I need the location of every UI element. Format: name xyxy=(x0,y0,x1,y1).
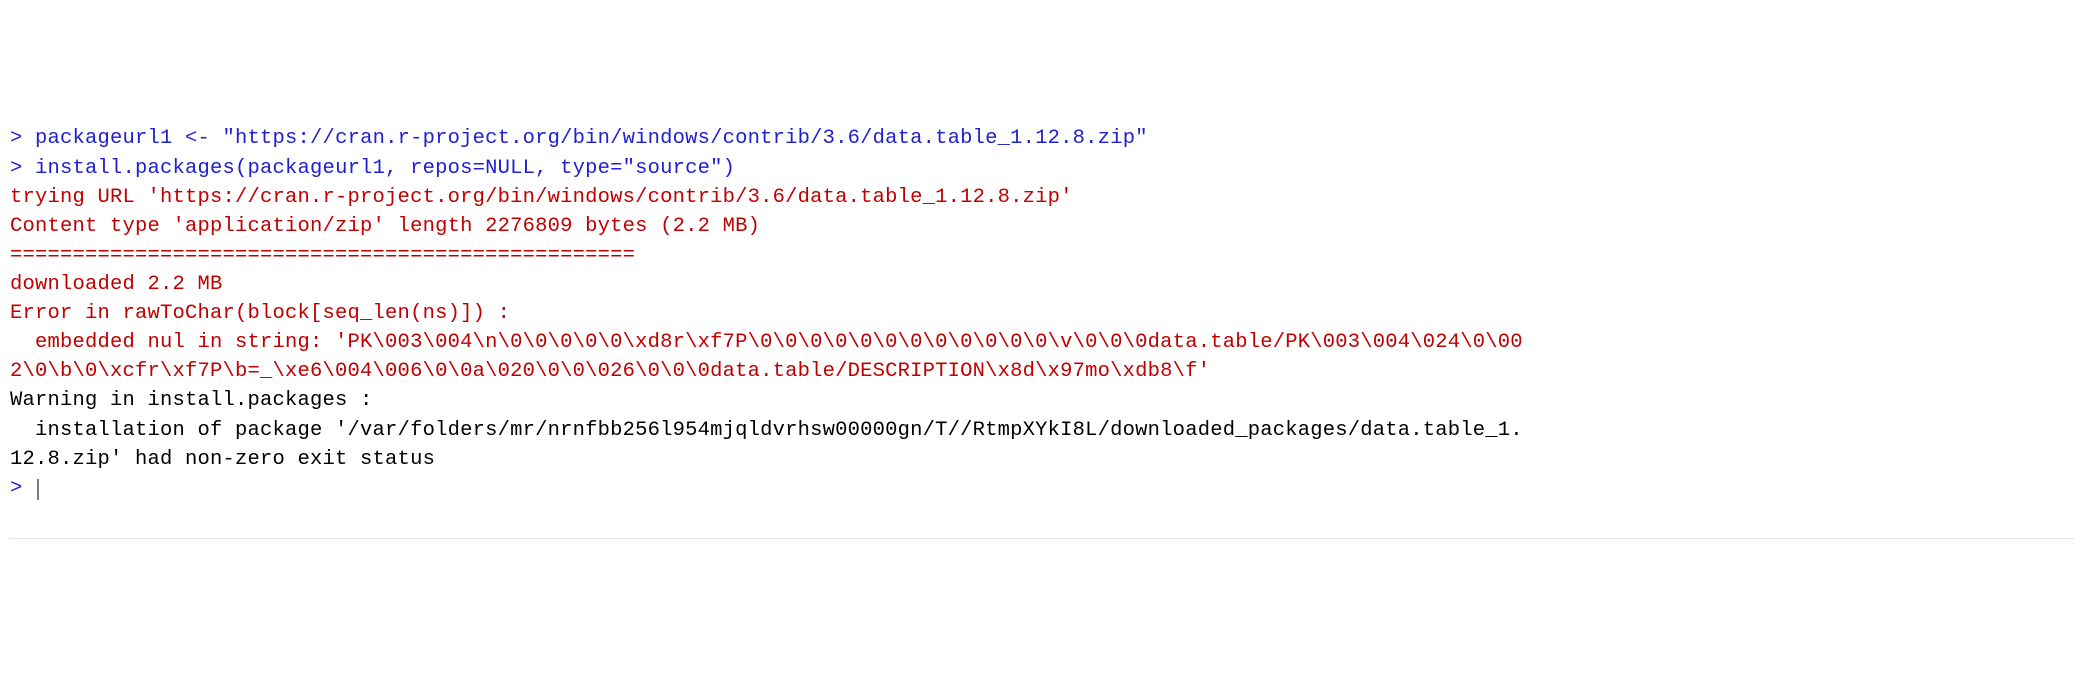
console-text: embedded nul in string: 'PK\003\004\n\0\… xyxy=(10,331,1523,354)
console-text: 12.8.zip' had non-zero exit status xyxy=(10,448,435,471)
console-text: Content type 'application/zip' length 22… xyxy=(10,215,760,238)
console-line: > xyxy=(10,474,2074,503)
console-line: downloaded 2.2 MB xyxy=(10,270,2074,299)
console-text: installation of package '/var/folders/mr… xyxy=(10,419,1523,442)
console-line: embedded nul in string: 'PK\003\004\n\0\… xyxy=(10,328,2074,357)
console-text: 2\0\b\0\xcfr\xf7P\b=_\xe6\004\006\0\0a\0… xyxy=(10,360,1210,383)
console-text: downloaded 2.2 MB xyxy=(10,273,223,296)
console-line: Warning in install.packages : xyxy=(10,386,2074,415)
console-line: > packageurl1 <- "https://cran.r-project… xyxy=(10,124,2074,153)
console-text: trying URL 'https://cran.r-project.org/b… xyxy=(10,186,1073,209)
console-line: > install.packages(packageurl1, repos=NU… xyxy=(10,154,2074,183)
console-line: Content type 'application/zip' length 22… xyxy=(10,212,2074,241)
console-text: Warning in install.packages : xyxy=(10,389,373,412)
cursor xyxy=(37,479,39,500)
prompt: > xyxy=(10,127,35,150)
bottom-divider xyxy=(10,538,2074,539)
console-text: install.packages(packageurl1, repos=NULL… xyxy=(35,157,735,180)
console-line: Error in rawToChar(block[seq_len(ns)]) : xyxy=(10,299,2074,328)
console-text: packageurl1 <- "https://cran.r-project.o… xyxy=(35,127,1148,150)
console-line: installation of package '/var/folders/mr… xyxy=(10,416,2074,445)
console-line: 12.8.zip' had non-zero exit status xyxy=(10,445,2074,474)
console-line: ========================================… xyxy=(10,241,2074,270)
console-text: Error in rawToChar(block[seq_len(ns)]) : xyxy=(10,302,523,325)
console-text: ========================================… xyxy=(10,244,635,267)
console-line: 2\0\b\0\xcfr\xf7P\b=_\xe6\004\006\0\0a\0… xyxy=(10,357,2074,386)
prompt: > xyxy=(10,477,35,500)
r-console[interactable]: > packageurl1 <- "https://cran.r-project… xyxy=(10,124,2074,502)
prompt: > xyxy=(10,157,35,180)
console-line: trying URL 'https://cran.r-project.org/b… xyxy=(10,183,2074,212)
